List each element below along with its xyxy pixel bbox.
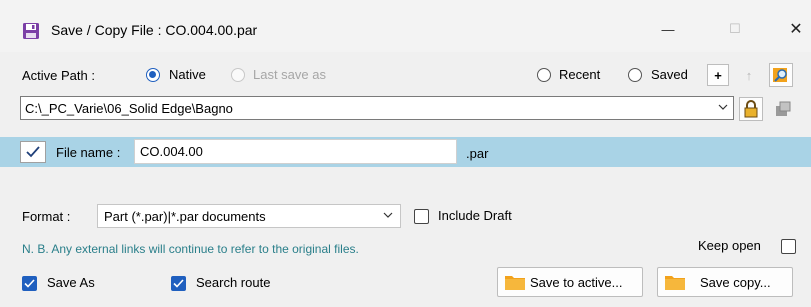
copy-icon xyxy=(776,101,791,116)
format-select[interactable]: Part (*.par)|*.par documents xyxy=(97,204,401,228)
plus-icon: + xyxy=(714,67,722,83)
chevron-down-icon xyxy=(383,212,393,218)
recent-radio[interactable] xyxy=(537,68,551,82)
format-selected: Part (*.par)|*.par documents xyxy=(104,209,266,224)
native-radio[interactable] xyxy=(146,68,160,82)
saved-radio[interactable] xyxy=(628,68,642,82)
save-as-checkbox[interactable] xyxy=(22,276,37,291)
up-arrow-icon: ↑ xyxy=(745,67,753,83)
copy-path-button[interactable] xyxy=(771,97,795,121)
search-route-label: Search route xyxy=(196,275,271,290)
include-draft-label: Include Draft xyxy=(438,208,512,223)
save-copy-dialog: Save / Copy File : CO.004.00.par — ☐ ✕ A… xyxy=(0,0,811,307)
links-note: N. B. Any external links will continue t… xyxy=(22,242,359,256)
save-to-active-button[interactable]: Save to active... xyxy=(497,267,643,297)
file-name-label: File name : xyxy=(56,145,121,160)
minimize-icon: — xyxy=(661,21,675,37)
folder-icon xyxy=(665,276,685,290)
checkmark-icon xyxy=(26,146,40,158)
recent-label: Recent xyxy=(559,67,601,82)
keep-open-label: Keep open xyxy=(698,238,761,253)
lock-path-button[interactable] xyxy=(739,97,763,121)
save-disk-icon xyxy=(23,23,39,39)
folder-icon xyxy=(505,276,525,290)
keep-open-checkbox[interactable] xyxy=(781,239,796,254)
file-name-value: CO.004.00 xyxy=(140,144,203,159)
close-icon: ✕ xyxy=(789,21,803,38)
file-extension: .par xyxy=(466,146,489,161)
save-as-label: Save As xyxy=(47,275,95,290)
maximize-icon: ☐ xyxy=(729,21,741,36)
path-combobox[interactable]: C:\_PC_Varie\06_Solid Edge\Bagno xyxy=(20,96,734,120)
save-to-active-label: Save to active... xyxy=(530,274,623,290)
file-name-confirm-checkbox[interactable] xyxy=(20,141,46,163)
minimize-button[interactable]: — xyxy=(648,14,688,44)
save-copy-button[interactable]: Save copy... xyxy=(657,267,793,297)
include-draft-checkbox[interactable] xyxy=(414,209,429,224)
lock-icon xyxy=(744,100,758,118)
last-save-label: Last save as xyxy=(253,67,326,82)
search-route-checkbox[interactable] xyxy=(171,276,186,291)
checkmark-icon xyxy=(24,279,35,288)
close-button[interactable]: ✕ xyxy=(776,14,811,44)
checkmark-icon xyxy=(173,279,184,288)
last-save-radio[interactable] xyxy=(231,68,245,82)
file-name-input[interactable]: CO.004.00 xyxy=(134,139,457,164)
save-copy-label: Save copy... xyxy=(700,274,771,290)
window-title: Save / Copy File : CO.004.00.par xyxy=(51,22,258,38)
path-value: C:\_PC_Varie\06_Solid Edge\Bagno xyxy=(25,101,233,116)
chevron-down-icon xyxy=(718,104,728,110)
maximize-button[interactable]: ☐ xyxy=(715,14,755,44)
active-path-label: Active Path : xyxy=(22,68,95,83)
saved-label: Saved xyxy=(651,67,688,82)
title-bar: Save / Copy File : CO.004.00.par — ☐ ✕ xyxy=(0,0,811,52)
format-label: Format : xyxy=(22,209,71,224)
up-button[interactable]: ↑ xyxy=(738,64,760,86)
add-path-button[interactable]: + xyxy=(707,64,729,86)
native-label: Native xyxy=(169,67,206,82)
folder-search-icon xyxy=(773,68,787,82)
browse-folder-button[interactable] xyxy=(769,63,793,87)
